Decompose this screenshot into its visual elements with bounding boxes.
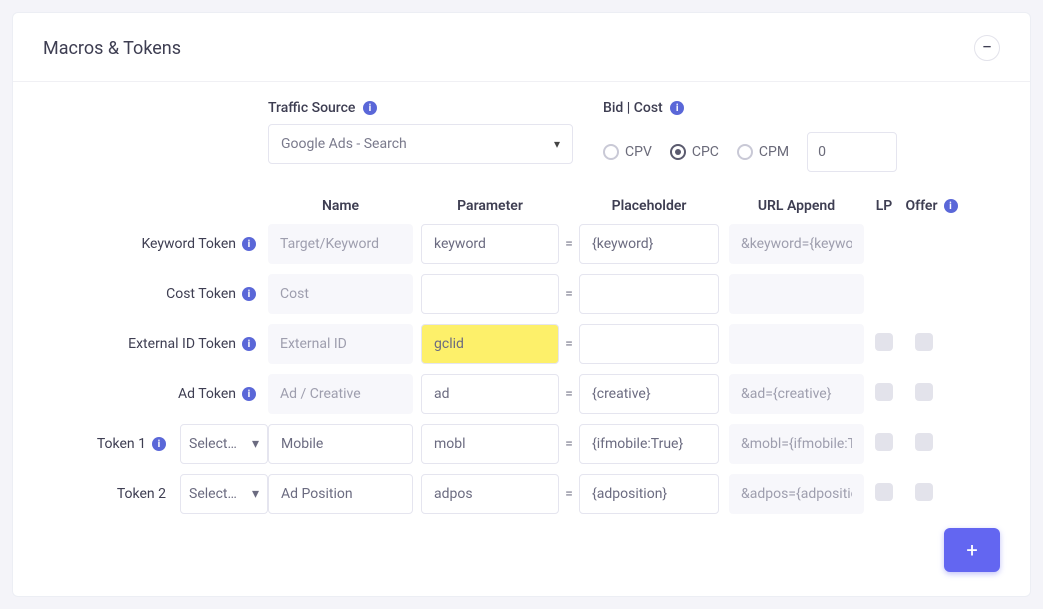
radio-cpv[interactable]: CPV (603, 144, 652, 160)
equals-sign: = (559, 436, 579, 452)
token-name-input (268, 224, 413, 264)
token-placeholder-input[interactable] (579, 374, 719, 414)
chevron-down-icon: ▾ (554, 137, 560, 151)
token-placeholder-input[interactable] (579, 424, 719, 464)
offer-checkbox[interactable] (915, 433, 933, 451)
token-urlappend-output (729, 324, 864, 364)
token-urlappend-output (729, 474, 864, 514)
info-icon[interactable]: i (363, 101, 377, 115)
token-type-select[interactable]: Select…▾ (180, 424, 268, 464)
header-placeholder: Placeholder (579, 198, 719, 214)
row-label: Cost Tokeni (43, 286, 268, 302)
token-parameter-input[interactable] (421, 324, 559, 364)
collapse-button[interactable]: − (974, 35, 1000, 61)
token-placeholder-input[interactable] (579, 224, 719, 264)
traffic-source-label: Traffic Source i (268, 100, 573, 116)
token-row: Ad Tokeni = (43, 374, 1000, 414)
plus-icon: + (966, 538, 977, 562)
info-icon[interactable]: i (242, 337, 256, 351)
panel-title: Macros & Tokens (43, 38, 181, 59)
macros-tokens-panel: Macros & Tokens − Traffic Source i Googl… (12, 12, 1031, 597)
traffic-source-select[interactable]: Google Ads - Search ▾ (268, 124, 573, 164)
row-label: Token 1i (47, 436, 172, 452)
offer-checkbox[interactable] (915, 333, 933, 351)
lp-checkbox[interactable] (875, 433, 893, 451)
token-row: Token 2 Select…▾ = (43, 474, 1000, 514)
row-label: Token 2 (47, 486, 172, 502)
bid-cost-input[interactable] (807, 132, 897, 172)
token-parameter-input[interactable] (421, 224, 559, 264)
info-icon[interactable]: i (242, 287, 256, 301)
token-row: External ID Tokeni = (43, 324, 1000, 364)
row-label: External ID Tokeni (43, 336, 268, 352)
token-row: Cost Tokeni = (43, 274, 1000, 314)
equals-sign: = (559, 336, 579, 352)
token-placeholder-input[interactable] (579, 324, 719, 364)
token-name-input (268, 374, 413, 414)
token-name-input[interactable] (268, 474, 413, 514)
token-placeholder-input[interactable] (579, 474, 719, 514)
info-icon[interactable]: i (670, 101, 684, 115)
bid-cost-block: Bid | Cost i CPV CPC CPM (603, 100, 897, 172)
radio-cpm[interactable]: CPM (737, 144, 789, 160)
header-parameter: Parameter (421, 198, 559, 214)
token-row: Token 1i Select…▾ = (43, 424, 1000, 464)
minus-icon: − (982, 39, 992, 57)
panel-body: Traffic Source i Google Ads - Search ▾ B… (13, 82, 1030, 596)
add-token-button[interactable]: + (944, 528, 1000, 572)
grid-headers: Name Parameter Placeholder URL Append LP… (43, 198, 1000, 214)
chevron-down-icon: ▾ (252, 436, 259, 452)
bid-cost-label: Bid | Cost i (603, 100, 897, 116)
row-label: Ad Tokeni (43, 386, 268, 402)
info-icon[interactable]: i (242, 387, 256, 401)
header-urlappend: URL Append (729, 198, 864, 214)
traffic-source-block: Traffic Source i Google Ads - Search ▾ (268, 100, 573, 164)
radio-cpc[interactable]: CPC (670, 144, 719, 160)
token-parameter-input[interactable] (421, 274, 559, 314)
token-row: Keyword Tokeni = (43, 224, 1000, 264)
token-parameter-input[interactable] (421, 374, 559, 414)
offer-checkbox[interactable] (915, 483, 933, 501)
equals-sign: = (559, 386, 579, 402)
tokens-grid: Name Parameter Placeholder URL Append LP… (43, 198, 1000, 572)
panel-header: Macros & Tokens − (13, 13, 1030, 82)
equals-sign: = (559, 286, 579, 302)
lp-checkbox[interactable] (875, 383, 893, 401)
header-offer: Offer i (904, 198, 959, 214)
top-controls: Traffic Source i Google Ads - Search ▾ B… (43, 100, 1000, 172)
equals-sign: = (559, 236, 579, 252)
info-icon[interactable]: i (944, 199, 958, 213)
token-type-select[interactable]: Select…▾ (180, 474, 268, 514)
token-urlappend-output (729, 274, 864, 314)
token-urlappend-output (729, 424, 864, 464)
chevron-down-icon: ▾ (252, 486, 259, 502)
header-name: Name (268, 198, 413, 214)
token-parameter-input[interactable] (421, 424, 559, 464)
lp-checkbox[interactable] (875, 483, 893, 501)
token-urlappend-output (729, 224, 864, 264)
info-icon[interactable]: i (152, 437, 166, 451)
token-name-input[interactable] (268, 424, 413, 464)
token-name-input (268, 324, 413, 364)
token-parameter-input[interactable] (421, 474, 559, 514)
bid-cost-options: CPV CPC CPM (603, 132, 897, 172)
offer-checkbox[interactable] (915, 383, 933, 401)
token-urlappend-output (729, 374, 864, 414)
lp-checkbox[interactable] (875, 333, 893, 351)
header-lp: LP (864, 198, 904, 214)
info-icon[interactable]: i (242, 237, 256, 251)
token-name-input (268, 274, 413, 314)
equals-sign: = (559, 486, 579, 502)
token-placeholder-input[interactable] (579, 274, 719, 314)
row-label: Keyword Tokeni (43, 236, 268, 252)
